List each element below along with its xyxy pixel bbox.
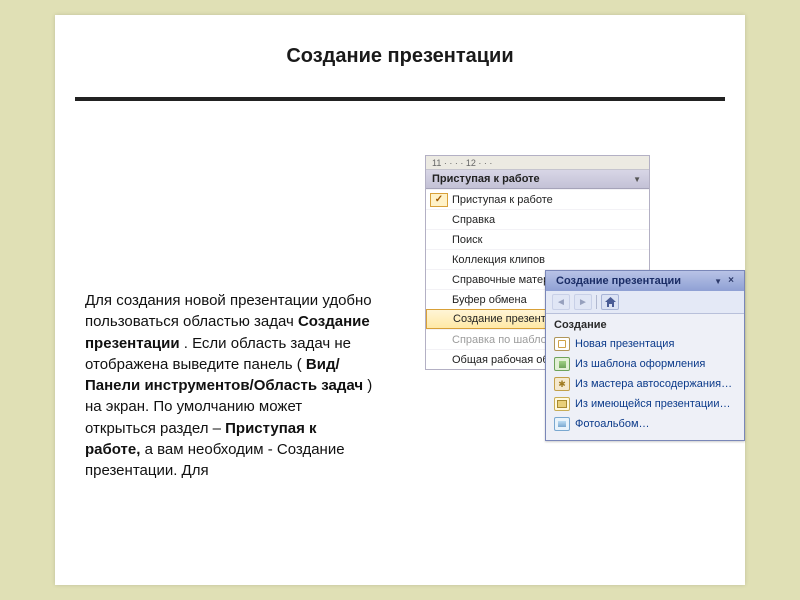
create-from-autocontent-wizard[interactable]: Из мастера автосодержания… bbox=[550, 374, 740, 394]
create-from-template[interactable]: Из шаблона оформления bbox=[550, 354, 740, 374]
menu-item-label: Справка bbox=[452, 214, 495, 226]
nav-back-button[interactable]: ◄ bbox=[552, 294, 570, 310]
blank-icon bbox=[430, 233, 448, 247]
menu-item-label: Справка по шаблону bbox=[452, 334, 558, 346]
menu-item-clipart[interactable]: Коллекция клипов bbox=[426, 249, 649, 269]
slide-body-text: Для создания новой презентации удобно по… bbox=[85, 290, 375, 482]
toolbar-divider bbox=[596, 295, 597, 309]
task-pane-header[interactable]: Приступая к работе ▼ bbox=[426, 170, 649, 189]
creation-item-label: Новая презентация bbox=[575, 338, 674, 350]
creation-pane-title: Создание презентации bbox=[556, 275, 681, 287]
menu-item-label: Поиск bbox=[452, 234, 482, 246]
blank-icon bbox=[430, 213, 448, 227]
creation-section-label: Создание bbox=[546, 314, 744, 334]
menu-item-label: Приступая к работе bbox=[452, 194, 553, 206]
home-icon bbox=[605, 297, 616, 307]
blank-icon bbox=[430, 273, 448, 287]
home-button[interactable] bbox=[601, 294, 619, 310]
ruler: 11 · · · · 12 · · · bbox=[426, 156, 649, 170]
menu-item-label: Буфер обмена bbox=[452, 294, 527, 306]
creation-item-label: Фотоальбом… bbox=[575, 418, 650, 430]
create-photo-album[interactable]: Фотоальбом… bbox=[550, 414, 740, 434]
check-icon bbox=[430, 193, 448, 207]
photo-icon bbox=[554, 417, 570, 431]
task-pane-header-label: Приступая к работе bbox=[432, 173, 540, 185]
create-from-existing[interactable]: Из имеющейся презентации… bbox=[550, 394, 740, 414]
document-icon bbox=[554, 337, 570, 351]
creation-pane-title-bar[interactable]: Создание презентации ▼ × bbox=[546, 271, 744, 291]
blank-icon bbox=[431, 312, 449, 326]
creation-item-label: Из мастера автосодержания… bbox=[575, 378, 732, 390]
menu-item-help[interactable]: Справка bbox=[426, 209, 649, 229]
chevron-down-icon: ▼ bbox=[633, 175, 641, 184]
create-blank-presentation[interactable]: Новая презентация bbox=[550, 334, 740, 354]
close-icon[interactable]: × bbox=[724, 274, 738, 288]
blank-icon bbox=[430, 253, 448, 267]
nav-forward-button[interactable]: ► bbox=[574, 294, 592, 310]
title-divider bbox=[75, 97, 725, 101]
creation-list: Новая презентация Из шаблона оформления … bbox=[546, 334, 744, 440]
menu-item-label: Коллекция клипов bbox=[452, 254, 545, 266]
template-icon bbox=[554, 357, 570, 371]
folder-icon bbox=[554, 397, 570, 411]
menu-item-getting-started[interactable]: Приступая к работе bbox=[426, 189, 649, 209]
blank-icon bbox=[430, 353, 448, 367]
wizard-icon bbox=[554, 377, 570, 391]
chevron-down-icon: ▼ bbox=[714, 277, 722, 286]
blank-icon bbox=[430, 293, 448, 307]
slide-title: Создание презентации bbox=[55, 45, 745, 68]
creation-item-label: Из шаблона оформления bbox=[575, 358, 705, 370]
menu-item-search[interactable]: Поиск bbox=[426, 229, 649, 249]
creation-pane-toolbar: ◄ ► bbox=[546, 291, 744, 314]
blank-icon bbox=[430, 333, 448, 347]
creation-item-label: Из имеющейся презентации… bbox=[575, 398, 730, 410]
slide: Создание презентации Для создания новой … bbox=[55, 15, 745, 585]
creation-pane: Создание презентации ▼ × ◄ ► Создание Но… bbox=[545, 270, 745, 441]
